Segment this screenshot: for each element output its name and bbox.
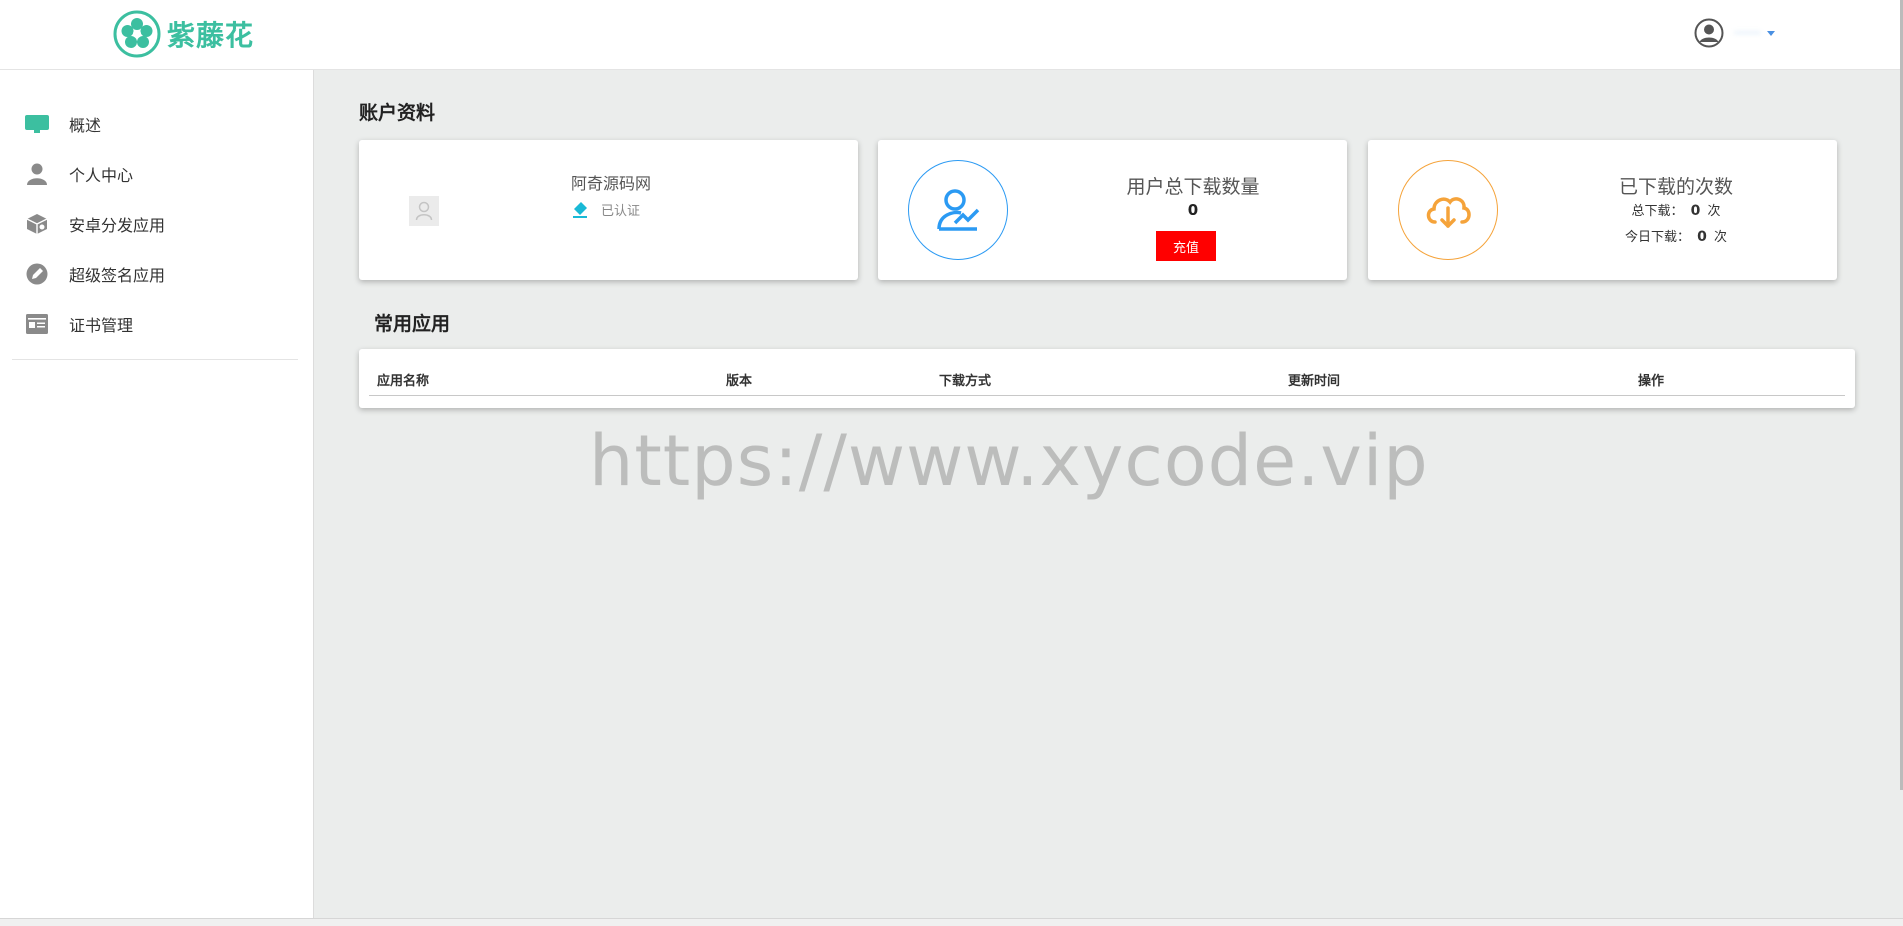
profile-card: 阿奇源码网 已认证 [359,140,858,280]
sidebar-item-label: 超级签名应用 [69,266,166,285]
apps-table: 应用名称 版本 下载方式 更新时间 操作 [359,349,1855,408]
sidebar-item-super-sign[interactable]: 超级签名应用 [25,259,165,289]
avatar [409,196,439,226]
downloads-value: 0 [1187,201,1199,219]
column-header-version[interactable]: 版本 [726,370,752,389]
package-icon [25,212,49,236]
flower-logo-icon [113,10,161,58]
brand-name: 紫藤花 [167,19,255,52]
sidebar-divider [12,359,298,360]
today-downloads-value: 0 [1697,229,1707,245]
total-downloads-unit: 次 [1707,204,1721,219]
chevron-down-icon [1766,30,1775,36]
total-downloads-card: 用户总下载数量 0 充值 [878,140,1347,280]
today-downloads-row: 今日下载： 0 次 [1576,226,1776,245]
today-downloads-label: 今日下载： [1624,230,1690,245]
verified-icon [573,201,587,218]
total-downloads-row: 总下载： 0 次 [1576,200,1776,219]
verified-label: 已认证 [601,204,641,219]
sidebar-item-label: 证书管理 [69,316,134,335]
user-name: ······· [1734,26,1761,40]
column-header-actions[interactable]: 操作 [1638,370,1664,389]
avatar-icon [1694,18,1724,48]
sidebar: 概述 个人中心 安卓分发应用 超级签名应用 证书管理 [0,70,314,918]
count-title: 已下载的次数 [1618,176,1733,198]
total-downloads-value: 0 [1690,203,1701,219]
section-title-account: 账户资料 [359,102,436,124]
verified-status: 已认证 [571,200,640,219]
sidebar-item-certificates[interactable]: 证书管理 [25,309,133,339]
column-header-download-method[interactable]: 下载方式 [939,370,991,389]
user-chart-icon [908,160,1008,260]
table-header-divider [369,395,1845,396]
today-downloads-unit: 次 [1714,230,1728,245]
section-title-apps: 常用应用 [374,313,451,335]
bottom-bar [0,918,1903,926]
downloads-title: 用户总下载数量 [1126,176,1260,198]
recharge-button[interactable]: 充值 [1156,231,1216,261]
column-header-app-name[interactable]: 应用名称 [377,370,429,389]
user-menu[interactable]: ······· [1694,18,1775,48]
top-header: 紫藤花 ······· [0,0,1903,70]
sidebar-item-label: 安卓分发应用 [69,216,166,235]
profile-name: 阿奇源码网 [571,174,652,193]
watermark: https://www.xycode.vip [589,420,1429,502]
sidebar-item-label: 个人中心 [69,166,134,185]
sidebar-item-overview[interactable]: 概述 [25,109,101,139]
column-header-updated-time[interactable]: 更新时间 [1288,370,1340,389]
logo[interactable]: 紫藤花 [113,10,254,58]
pen-icon [25,262,49,286]
download-count-card: 已下载的次数 总下载： 0 次 今日下载： 0 次 [1368,140,1837,280]
user-icon [25,162,49,186]
sidebar-item-label: 概述 [69,116,102,135]
total-downloads-label: 总下载： [1631,204,1684,219]
sidebar-item-android-apps[interactable]: 安卓分发应用 [25,209,165,239]
monitor-icon [25,112,49,136]
id-card-icon [25,312,49,336]
sidebar-item-profile[interactable]: 个人中心 [25,159,133,189]
cloud-download-icon [1398,160,1498,260]
